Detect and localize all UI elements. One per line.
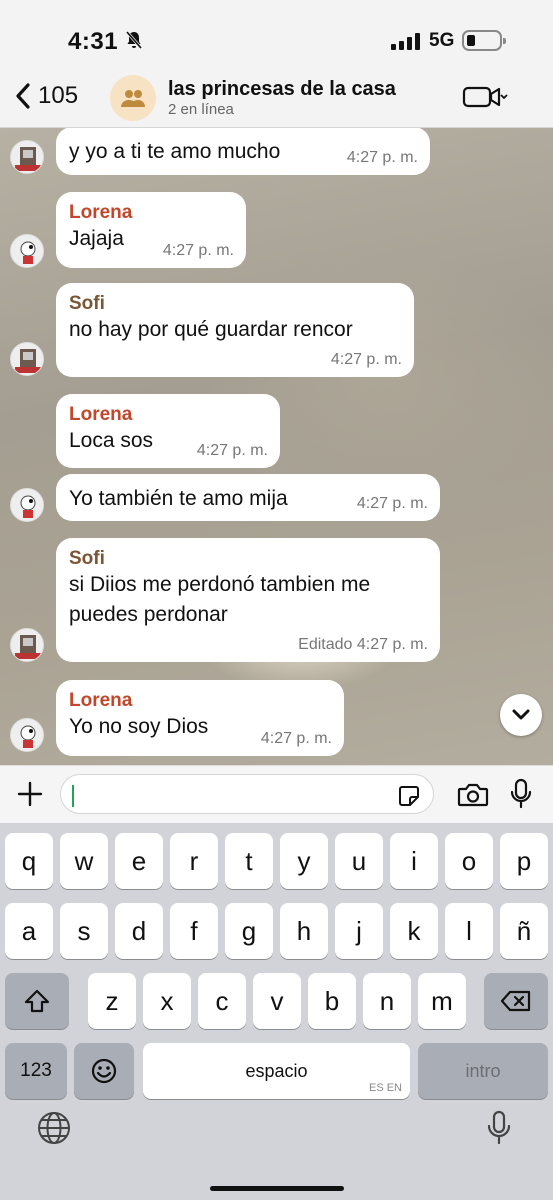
home-indicator [210, 1186, 344, 1191]
silent-bell-icon [125, 31, 143, 49]
signal-icon [391, 32, 420, 50]
message-time: 4:27 p. m. [196, 442, 268, 459]
delete-icon [500, 990, 531, 1012]
numbers-key[interactable]: 123 [5, 1043, 67, 1099]
sticker-icon[interactable] [397, 784, 421, 808]
status-time: 4:31 [68, 28, 119, 55]
video-call-button[interactable] [462, 84, 508, 110]
key-h[interactable]: h [280, 903, 328, 959]
scroll-to-bottom-button[interactable] [500, 694, 542, 736]
shift-key[interactable] [5, 973, 69, 1029]
key-t[interactable]: t [225, 833, 273, 889]
back-button[interactable]: 105 [14, 82, 78, 110]
camera-icon[interactable] [457, 782, 489, 808]
message-input[interactable] [73, 779, 383, 809]
group-icon [121, 90, 145, 107]
avatar[interactable] [10, 628, 44, 662]
group-avatar[interactable] [110, 75, 156, 121]
emoji-key[interactable] [74, 1043, 134, 1099]
message-time: 4:27 p. m. [330, 351, 402, 368]
key-x[interactable]: x [143, 973, 191, 1029]
space-key[interactable]: espacio ES EN [143, 1043, 410, 1099]
key-w[interactable]: w [60, 833, 108, 889]
network-type: 5G [429, 30, 455, 51]
battery-icon [462, 30, 506, 51]
key-v[interactable]: v [253, 973, 301, 1029]
key-c[interactable]: c [198, 973, 246, 1029]
sender-name[interactable]: Lorena [69, 404, 267, 426]
message-text: no hay por qué guardar rencor [69, 318, 353, 341]
key-p[interactable]: p [500, 833, 548, 889]
key-n[interactable]: n [363, 973, 411, 1029]
key-e[interactable]: e [115, 833, 163, 889]
key-d[interactable]: d [115, 903, 163, 959]
key-m[interactable]: m [418, 973, 466, 1029]
composer-bar [0, 765, 553, 823]
sender-name[interactable]: Sofi [69, 548, 427, 570]
keyboard: q w e r t y u i o p a s d f g h j k l ñ … [0, 823, 553, 1200]
delete-key[interactable] [484, 973, 548, 1029]
message-input-wrapper[interactable] [60, 774, 434, 814]
avatar[interactable] [10, 140, 44, 174]
key-b[interactable]: b [308, 973, 356, 1029]
globe-icon[interactable] [36, 1110, 72, 1146]
message-time: 4:27 p. m. [260, 730, 332, 747]
space-label: espacio [245, 1060, 308, 1081]
chat-area[interactable]: y yo a ti te amo mucho 4:27 p. m. Lorena… [0, 128, 553, 765]
message-bubble[interactable]: Sofi si Diios me perdonó tambien me pued… [56, 538, 440, 662]
chat-header: 4:31 5G 105 las princesas de la casa 2 e… [0, 0, 553, 128]
message-bubble[interactable]: Yo también te amo mija 4:27 p. m. [56, 474, 440, 521]
message-time: 4:27 p. m. [356, 495, 428, 512]
key-l[interactable]: l [445, 903, 493, 959]
language-indicator: ES EN [368, 1082, 402, 1094]
key-s[interactable]: s [60, 903, 108, 959]
microphone-icon[interactable] [509, 778, 533, 810]
key-enye[interactable]: ñ [500, 903, 548, 959]
message-time: Editado 4:27 p. m. [298, 636, 428, 653]
avatar[interactable] [10, 234, 44, 268]
return-key[interactable]: intro [418, 1043, 548, 1099]
message-time: 4:27 p. m. [162, 242, 234, 259]
sender-name[interactable]: Lorena [69, 202, 233, 224]
sender-name[interactable]: Sofi [69, 293, 401, 315]
key-y[interactable]: y [280, 833, 328, 889]
key-o[interactable]: o [445, 833, 493, 889]
chevron-down-icon [512, 709, 530, 720]
sender-name[interactable]: Lorena [69, 690, 331, 712]
key-z[interactable]: z [88, 973, 136, 1029]
key-r[interactable]: r [170, 833, 218, 889]
avatar[interactable] [10, 488, 44, 522]
message-bubble[interactable]: Lorena Loca sos 4:27 p. m. [56, 394, 280, 468]
avatar[interactable] [10, 342, 44, 376]
key-u[interactable]: u [335, 833, 383, 889]
key-j[interactable]: j [335, 903, 383, 959]
key-g[interactable]: g [225, 903, 273, 959]
online-status: 2 en línea [168, 101, 234, 118]
key-i[interactable]: i [390, 833, 438, 889]
plus-icon[interactable] [16, 780, 44, 808]
message-bubble[interactable]: Lorena Yo no soy Dios 4:27 p. m. [56, 680, 344, 756]
video-call-icon [462, 86, 508, 108]
shift-icon [24, 989, 50, 1013]
message-bubble[interactable]: y yo a ti te amo mucho 4:27 p. m. [56, 128, 430, 175]
message-bubble[interactable]: Sofi no hay por qué guardar rencor 4:27 … [56, 283, 414, 377]
chat-title[interactable]: las princesas de la casa [168, 78, 396, 101]
key-k[interactable]: k [390, 903, 438, 959]
avatar[interactable] [10, 718, 44, 752]
back-chevron-icon [16, 83, 30, 109]
message-text-line2: puedes perdonar [69, 603, 228, 626]
emoji-icon [91, 1058, 117, 1084]
dictation-microphone-icon[interactable] [486, 1110, 512, 1146]
key-f[interactable]: f [170, 903, 218, 959]
key-a[interactable]: a [5, 903, 53, 959]
message-bubble[interactable]: Lorena Jajaja 4:27 p. m. [56, 192, 246, 268]
unread-count: 105 [38, 82, 79, 109]
message-text: si Diios me perdonó tambien me [69, 573, 371, 596]
message-time: 4:27 p. m. [346, 149, 418, 166]
key-q[interactable]: q [5, 833, 53, 889]
text-caret [72, 785, 74, 807]
